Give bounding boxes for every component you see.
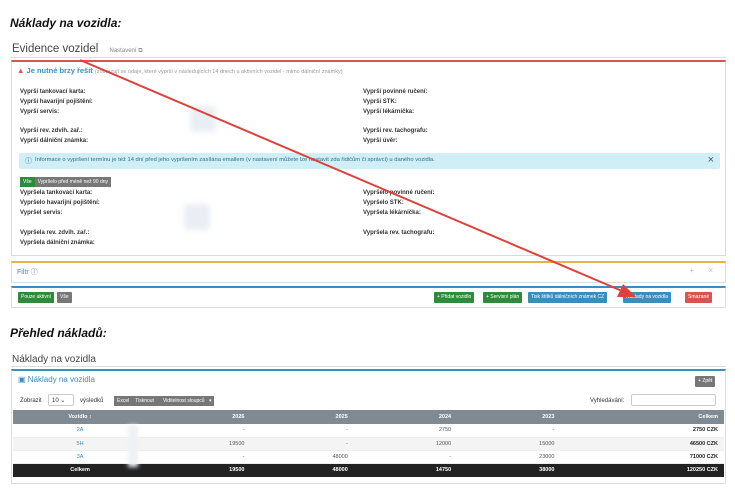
annotation-arrow <box>79 59 636 297</box>
